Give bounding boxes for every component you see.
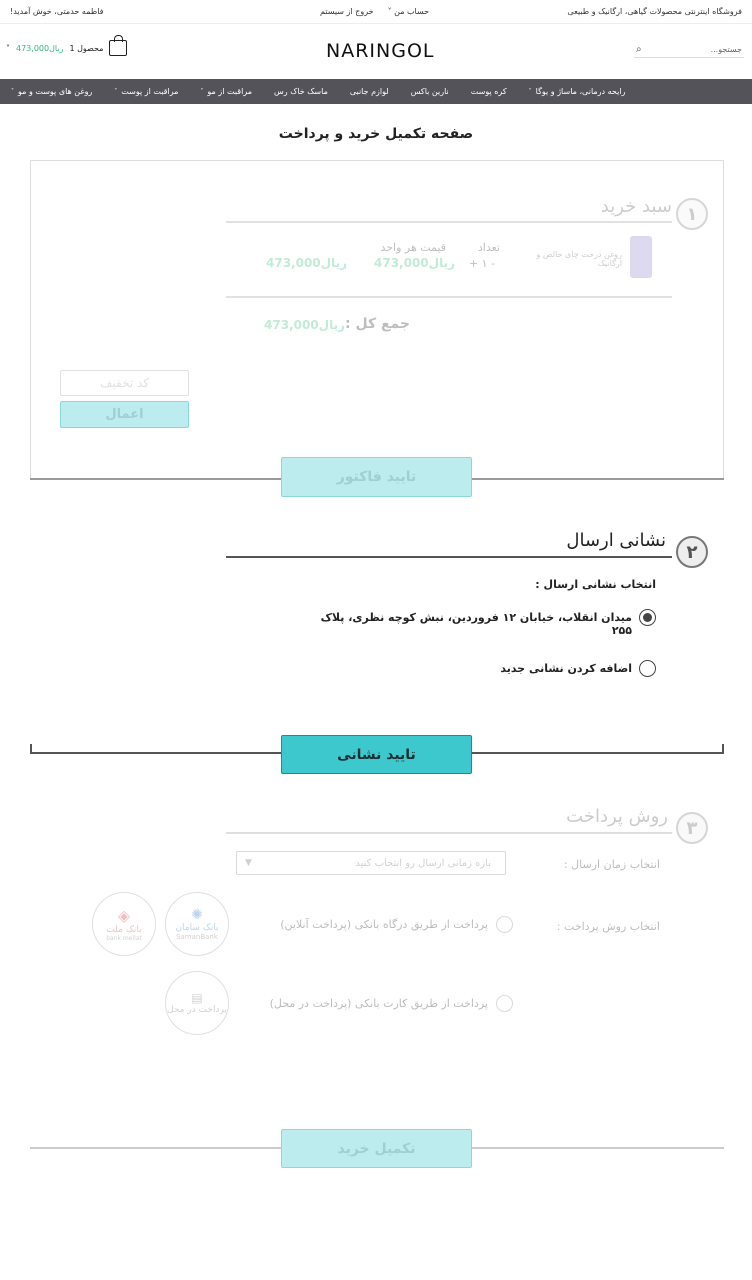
pos-terminal-icon: ▤: [191, 991, 203, 1005]
new-address-radio[interactable]: [639, 660, 656, 677]
chevron-down-icon: ˅: [387, 7, 392, 16]
step2-number: ۲: [676, 536, 708, 568]
store-tagline: فروشگاه اینترنتی محصولات گیاهی، ارگانیک …: [567, 7, 742, 16]
top-bar: فروشگاه اینترنتی محصولات گیاهی، ارگانیک …: [0, 0, 752, 24]
shopping-bag-icon[interactable]: [109, 35, 128, 56]
qty-stepper[interactable]: + ۱ -: [462, 257, 502, 270]
step1-title: سبد خرید: [600, 196, 672, 217]
step3-number: ۳: [676, 812, 708, 844]
unit-price: 473,000ریال: [374, 256, 455, 270]
page-title: صفحه تکمیل خرید و پرداخت: [278, 126, 474, 142]
confirm-invoice-button[interactable]: تایید فاکتور: [281, 457, 472, 497]
mini-cart[interactable]: ˅ 473,000ریال 1 محصول: [6, 35, 128, 58]
nav-item[interactable]: مراقبت از مو ˅: [189, 87, 263, 96]
chevron-down-icon: ˅: [6, 43, 10, 53]
line-total: 473,000ریال: [266, 256, 347, 270]
chevron-down-icon: ˅: [114, 88, 118, 95]
chevron-down-icon: ˅: [11, 88, 14, 95]
unit-price-label: قیمت هر واحد: [380, 241, 446, 254]
search-icon[interactable]: ⌕: [636, 44, 642, 55]
online-payment-text[interactable]: پرداخت از طریق درگاه بانکی (پرداخت آنلای…: [262, 918, 488, 931]
frame-edge: [30, 744, 32, 753]
nav-item[interactable]: مراقبت از پوست ˅: [103, 87, 189, 96]
step1-number: ۱: [676, 198, 708, 230]
product-image[interactable]: [630, 236, 652, 278]
logo[interactable]: NARINGOL: [326, 40, 435, 62]
apply-coupon-button[interactable]: اعمال: [60, 401, 189, 428]
nav-item-label: مراقبت از پوست: [121, 87, 179, 96]
welcome-text: فاطمه حدمتی، خوش آمدید!: [10, 7, 104, 16]
caret-down-icon: ▼: [245, 858, 252, 868]
divider: [226, 296, 672, 298]
mellat-bank-logo[interactable]: ◈ بانک ملت bank mellat: [92, 892, 156, 956]
flower-icon: ✺: [191, 907, 203, 923]
step2-title: نشانی ارسال: [566, 530, 666, 551]
main-nav: روغن های پوست و مو ˅ مراقبت از پوست ˅ مراقبت…: [0, 79, 752, 104]
saman-bank-logo[interactable]: ✺ بانک سامان SamanBank: [165, 892, 229, 956]
nav-item[interactable]: ماسک خاک رس: [263, 87, 339, 96]
coupon-input[interactable]: کد تخفیف: [60, 370, 189, 396]
nav-item-label: مراقبت از مو: [207, 87, 253, 96]
nav-item[interactable]: روغن های پوست و مو ˅: [0, 87, 103, 96]
sum-label: جمع کل :: [344, 316, 410, 332]
nav-item-label: کره پوست: [470, 87, 507, 96]
search-box[interactable]: ⌕ جستجو...: [634, 42, 744, 58]
address-text[interactable]: میدان انقلاب، خیابان ۱۲ فروردین، نبش کوچ…: [300, 611, 632, 637]
online-payment-radio[interactable]: [496, 916, 513, 933]
pos-payment-logo[interactable]: ▤ پرداخت در محل: [165, 971, 229, 1035]
frame-edge: [722, 744, 724, 753]
add-address-text[interactable]: اضافه کردن نشانی جدید: [440, 662, 632, 675]
delivery-time-label: انتخاب زمان ارسال :: [563, 858, 660, 871]
sum-value: 473,000ریال: [264, 318, 345, 332]
divider: [226, 221, 672, 223]
nav-item-label: نارین باکس: [410, 87, 449, 96]
divider: [226, 832, 672, 834]
account-link[interactable]: حساب من ˅: [388, 7, 430, 16]
nav-item-label: روغن های پوست و مو: [18, 87, 93, 96]
cart-count: 1 محصول: [69, 43, 104, 53]
select-address-label: انتخاب نشانی ارسال :: [535, 578, 656, 591]
product-name[interactable]: روغن درخت چای خالص و ارگانیک: [522, 250, 622, 268]
qty-label: تعداد: [477, 241, 500, 254]
nav-item[interactable]: نارین باکس: [400, 87, 460, 96]
cart-total: 473,000ریال: [16, 43, 64, 53]
address-radio[interactable]: [639, 609, 656, 626]
account-links: حساب من ˅ خروج از سیستم: [320, 7, 429, 16]
chevron-down-icon: ˅: [200, 88, 204, 95]
complete-purchase-button[interactable]: تکمیل خرید: [281, 1129, 472, 1168]
mellat-emblem-icon: ◈: [117, 906, 131, 925]
divider: [226, 556, 672, 558]
payment-method-label: انتخاب روش پرداخت :: [556, 920, 660, 933]
nav-item[interactable]: لوازم جانبی: [339, 87, 400, 96]
nav-item-label: رایحه درمانی، ماساژ و یوگا: [535, 87, 626, 96]
delivery-time-select[interactable]: بازه زمانی ارسال رو انتخاب کنید ▼: [236, 851, 506, 875]
search-input[interactable]: جستجو...: [711, 45, 742, 54]
chevron-down-icon: ˅: [528, 88, 532, 95]
nav-item[interactable]: کره پوست: [460, 87, 518, 96]
nav-item[interactable]: رایحه درمانی، ماساژ و یوگا ˅: [518, 87, 637, 96]
logout-link[interactable]: خروج از سیستم: [320, 7, 374, 16]
confirm-address-button[interactable]: تایید نشانی: [281, 735, 472, 774]
card-payment-text[interactable]: پرداخت از طریق کارت بانکی (پرداخت در محل…: [262, 997, 488, 1010]
card-payment-radio[interactable]: [496, 995, 513, 1012]
nav-item-label: ماسک خاک رس: [274, 87, 328, 96]
nav-item-label: لوازم جانبی: [349, 87, 389, 96]
step3-title: روش پرداخت: [566, 806, 668, 827]
